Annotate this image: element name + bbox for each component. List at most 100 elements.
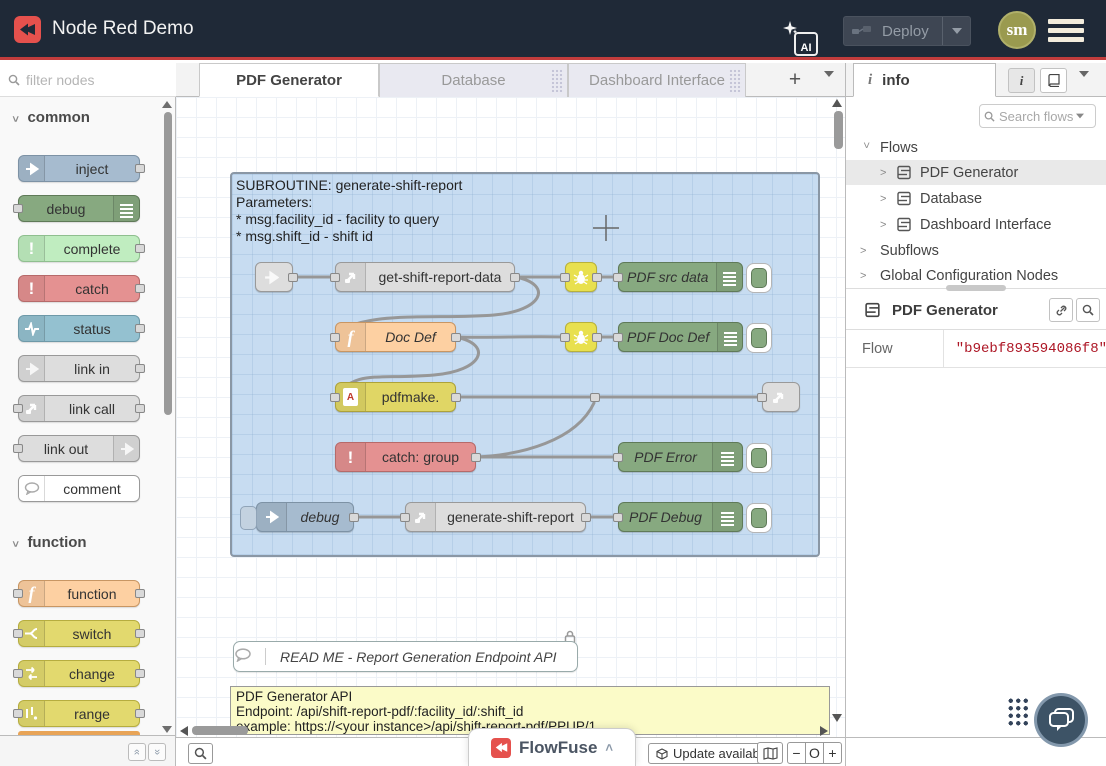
output-port[interactable]: [510, 273, 520, 282]
flow-canvas[interactable]: SUBROUTINE: generate-shift-report Parame…: [176, 97, 845, 737]
input-port[interactable]: [13, 669, 23, 678]
output-port[interactable]: [451, 333, 461, 342]
search-button[interactable]: [188, 743, 213, 764]
palette-section-function[interactable]: >function: [12, 534, 87, 551]
palette-node-inject[interactable]: inject: [18, 155, 140, 182]
input-port[interactable]: [400, 513, 410, 522]
node-pdf-debug[interactable]: PDF Debug: [618, 502, 743, 532]
palette-node-catch[interactable]: ! catch: [18, 275, 140, 302]
node-comment-readme[interactable]: READ ME - Report Generation Endpoint API: [233, 641, 578, 672]
output-port[interactable]: [581, 513, 591, 522]
ai-assistant-icon[interactable]: AI: [786, 24, 818, 56]
tab-database[interactable]: Database: [379, 63, 568, 97]
node-link-out[interactable]: [762, 382, 800, 412]
palette-node-switch[interactable]: switch: [18, 620, 140, 647]
palette-scroll-down-icon[interactable]: [162, 726, 172, 733]
input-port[interactable]: [13, 204, 23, 213]
copy-link-button[interactable]: [1049, 298, 1073, 322]
tree-item-database[interactable]: > Database: [846, 186, 1106, 211]
help-book-button[interactable]: [1040, 68, 1067, 93]
input-port[interactable]: [13, 444, 23, 453]
node-pdf-error[interactable]: PDF Error: [618, 442, 743, 472]
output-port[interactable]: [592, 273, 602, 282]
node-pdf-src-data[interactable]: PDF src data: [618, 262, 743, 292]
palette-node-range[interactable]: range: [18, 700, 140, 727]
output-port[interactable]: [135, 669, 145, 678]
input-port[interactable]: [330, 273, 340, 282]
search-detail-button[interactable]: [1076, 298, 1100, 322]
chat-widget-button[interactable]: [1034, 693, 1088, 747]
tree-item-flows[interactable]: > Flows: [846, 135, 1106, 160]
flowfuse-logo-icon[interactable]: [14, 16, 41, 43]
tree-item-pdf-generator[interactable]: > PDF Generator: [846, 160, 1106, 185]
deploy-options-caret[interactable]: [942, 17, 970, 45]
output-port[interactable]: [451, 393, 461, 402]
output-port[interactable]: [135, 589, 145, 598]
zoom-reset-button[interactable]: O: [805, 742, 824, 764]
navigator-button[interactable]: [757, 742, 783, 764]
palette-scroll-up-icon[interactable]: [162, 101, 172, 108]
node-doc-def[interactable]: f Doc Def: [335, 322, 456, 352]
search-flows-box[interactable]: [979, 104, 1096, 128]
search-flows-input[interactable]: [999, 109, 1075, 124]
info-tab-button[interactable]: i: [1008, 68, 1035, 93]
tab-dashboard-interface[interactable]: Dashboard Interface: [568, 63, 746, 97]
node-catch-group[interactable]: ! catch: group: [335, 442, 476, 472]
palette-node-change[interactable]: change: [18, 660, 140, 687]
node-pdfmake[interactable]: A pdfmake.: [335, 382, 456, 412]
palette-node-debug[interactable]: debug: [18, 195, 140, 222]
zoom-out-button[interactable]: −: [787, 742, 806, 764]
input-port[interactable]: [13, 709, 23, 718]
main-menu-icon[interactable]: [1048, 19, 1084, 46]
input-port[interactable]: [613, 513, 623, 522]
inject-button[interactable]: [240, 506, 257, 530]
palette-node-link-out[interactable]: link out: [18, 435, 140, 462]
node-inject-debug[interactable]: debug: [256, 502, 354, 532]
palette-section-common[interactable]: >common: [12, 109, 90, 126]
debug-toggle-button[interactable]: [746, 263, 772, 293]
canvas-scroll-left-icon[interactable]: [180, 726, 188, 736]
output-port[interactable]: [135, 164, 145, 173]
output-port[interactable]: [135, 404, 145, 413]
input-port[interactable]: [13, 589, 23, 598]
output-port[interactable]: [592, 333, 602, 342]
collapse-all-button[interactable]: »: [128, 743, 146, 761]
canvas-horizontal-scrollbar[interactable]: [192, 726, 248, 735]
output-port[interactable]: [288, 273, 298, 282]
debug-toggle-button[interactable]: [746, 323, 772, 353]
node-bug-1[interactable]: [565, 262, 597, 292]
wire-junction[interactable]: [590, 393, 600, 402]
output-port[interactable]: [135, 629, 145, 638]
node-pdf-doc-def[interactable]: PDF Doc Def: [618, 322, 743, 352]
add-flow-button[interactable]: +: [782, 67, 808, 93]
node-bug-2[interactable]: [565, 322, 597, 352]
canvas-scroll-right-icon[interactable]: [820, 726, 828, 736]
debug-toggle-button[interactable]: [746, 443, 772, 473]
output-port[interactable]: [135, 244, 145, 253]
palette-scrollbar[interactable]: [164, 112, 172, 415]
tree-item-subflows[interactable]: > Subflows: [846, 238, 1106, 263]
input-port[interactable]: [560, 273, 570, 282]
tree-item-dashboard-interface[interactable]: > Dashboard Interface: [846, 212, 1106, 237]
node-get-shift-report-data[interactable]: get-shift-report-data: [335, 262, 515, 292]
input-port[interactable]: [613, 333, 623, 342]
palette-node-comment[interactable]: comment: [18, 475, 140, 502]
sidebar-options-caret[interactable]: [1079, 77, 1089, 95]
deploy-button[interactable]: Deploy: [843, 16, 971, 46]
input-port[interactable]: [560, 333, 570, 342]
input-port[interactable]: [613, 273, 623, 282]
expand-all-button[interactable]: »: [148, 743, 166, 761]
canvas-vertical-scrollbar[interactable]: [834, 111, 843, 149]
canvas-scroll-down-icon[interactable]: [832, 714, 842, 722]
canvas-scroll-up-icon[interactable]: [832, 99, 842, 107]
tab-info[interactable]: i info: [853, 63, 996, 97]
tab-list-caret[interactable]: [824, 77, 834, 95]
output-port[interactable]: [135, 364, 145, 373]
zoom-in-button[interactable]: +: [823, 742, 842, 764]
input-port[interactable]: [613, 453, 623, 462]
output-port[interactable]: [471, 453, 481, 462]
output-port[interactable]: [135, 284, 145, 293]
tab-pdf-generator[interactable]: PDF Generator: [199, 63, 379, 97]
debug-toggle-button[interactable]: [746, 503, 772, 533]
output-port[interactable]: [349, 513, 359, 522]
